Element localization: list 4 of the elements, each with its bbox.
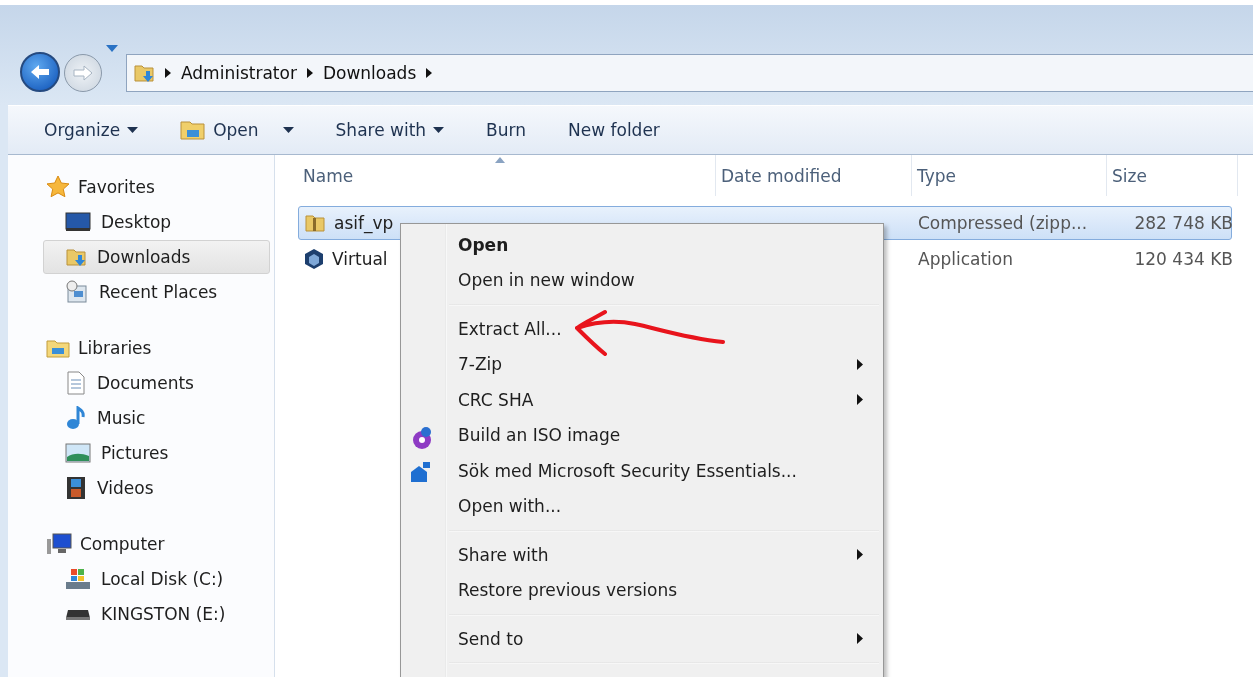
file-size: 282 748 KB bbox=[1133, 213, 1233, 233]
file-type: Application bbox=[917, 249, 1014, 269]
file-type: Compressed (zipp... bbox=[917, 213, 1089, 233]
file-size: 120 434 KB bbox=[1133, 249, 1233, 269]
